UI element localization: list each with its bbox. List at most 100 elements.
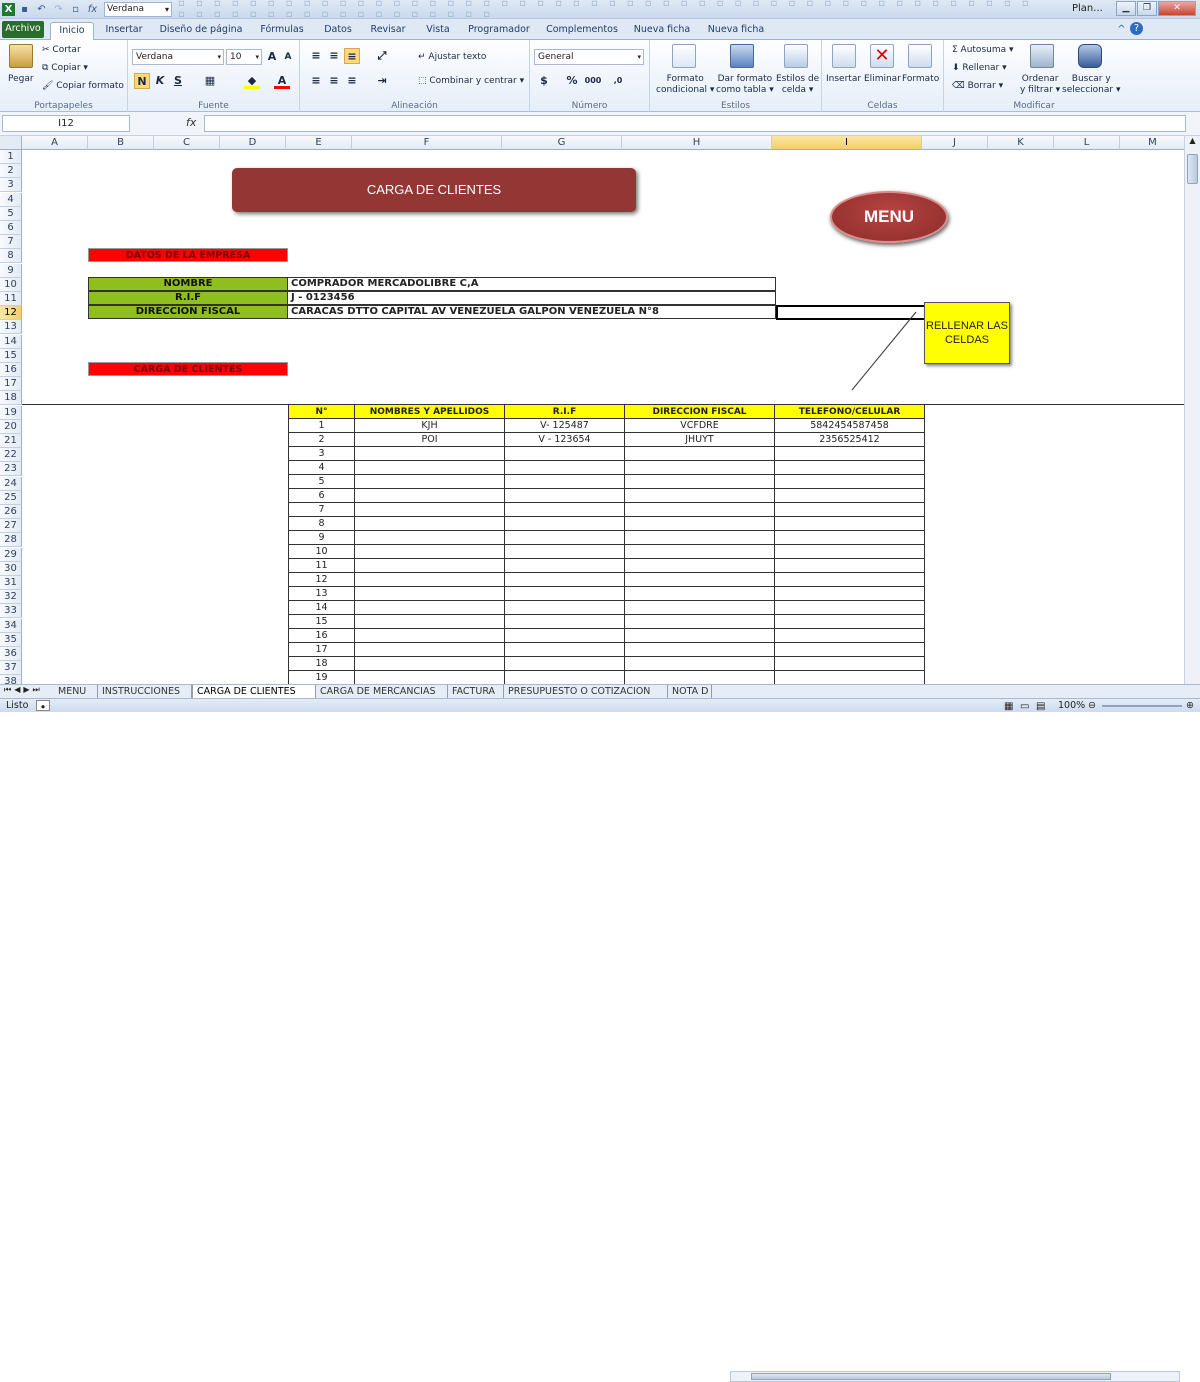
page-break-preview-icon[interactable]: ▤: [1036, 700, 1045, 713]
row-header-29[interactable]: 29: [0, 547, 22, 562]
table-cell[interactable]: [354, 446, 505, 461]
fill-color-icon[interactable]: ◆: [244, 73, 260, 89]
table-cell[interactable]: [354, 628, 505, 643]
minimize-button[interactable]: ▁: [1116, 1, 1136, 16]
table-cell[interactable]: [774, 614, 925, 629]
table-cell[interactable]: KJH: [354, 418, 505, 433]
row-header-12[interactable]: 12: [0, 306, 22, 321]
sheet-tab[interactable]: PRESUPUESTO O COTIZACION: [504, 685, 668, 698]
zoom-in-icon[interactable]: ⊕: [1186, 699, 1194, 712]
table-cell[interactable]: VCFDRE: [624, 418, 775, 433]
table-format-button[interactable]: Dar formato como tabla ▾: [716, 74, 774, 96]
table-cell[interactable]: [774, 586, 925, 601]
page-layout-icon[interactable]: ▭: [1020, 700, 1029, 713]
column-header-m[interactable]: M: [1120, 136, 1184, 150]
paste-button[interactable]: Pegar: [8, 74, 34, 84]
table-cell[interactable]: [774, 530, 925, 545]
qat-tools-icon[interactable]: ▫ ▫ ▫ ▫ ▫ ▫ ▫ ▫ ▫ ▫ ▫ ▫ ▫ ▫ ▫ ▫ ▫ ▫ ▫ ▫ …: [178, 0, 1038, 20]
table-cell[interactable]: [504, 656, 625, 671]
restore-button[interactable]: ❐: [1137, 1, 1157, 16]
row-header-32[interactable]: 32: [0, 590, 22, 605]
table-cell[interactable]: [354, 488, 505, 503]
scroll-thumb[interactable]: [1187, 154, 1198, 184]
table-cell[interactable]: [774, 558, 925, 573]
table-cell[interactable]: 17: [288, 642, 355, 657]
table-cell[interactable]: [624, 670, 775, 684]
row-header-13[interactable]: 13: [0, 320, 22, 335]
table-cell[interactable]: [354, 516, 505, 531]
sort-filter-icon[interactable]: [1030, 44, 1054, 68]
table-cell[interactable]: [624, 460, 775, 475]
table-cell[interactable]: [624, 558, 775, 573]
font-size-combo[interactable]: 10: [226, 49, 262, 65]
collapse-ribbon-icon[interactable]: ^: [1114, 22, 1129, 37]
table-cell[interactable]: [354, 572, 505, 587]
cell-styles-icon[interactable]: [784, 44, 808, 68]
paste-icon[interactable]: [9, 44, 33, 68]
borders-icon[interactable]: ▦: [202, 73, 218, 89]
decimals-icon[interactable]: ,0: [610, 73, 626, 89]
bold-button[interactable]: N: [134, 73, 150, 89]
tab-revisar[interactable]: Revisar: [366, 22, 410, 40]
column-header-i[interactable]: I: [772, 136, 922, 150]
zoom-slider[interactable]: [1102, 705, 1182, 707]
rif-value[interactable]: J - 0123456: [288, 291, 776, 305]
row-header-9[interactable]: 9: [0, 263, 22, 278]
row-header-1[interactable]: 1: [0, 150, 22, 164]
table-cell[interactable]: [354, 614, 505, 629]
qat-font-combo[interactable]: Verdana: [104, 1, 172, 17]
table-cell[interactable]: JHUYT: [624, 432, 775, 447]
table-cell[interactable]: [504, 628, 625, 643]
table-cell[interactable]: 7: [288, 502, 355, 517]
table-cell[interactable]: [624, 502, 775, 517]
table-cell[interactable]: [624, 516, 775, 531]
align-bottom-icon[interactable]: ≡: [344, 48, 360, 64]
shrink-font-button[interactable]: A: [280, 49, 296, 65]
table-cell[interactable]: V - 123654: [504, 432, 625, 447]
table-cell[interactable]: [354, 460, 505, 475]
sheet-tab[interactable]: CARGA DE CLIENTES: [192, 685, 316, 698]
sheet-tab[interactable]: CARGA DE MERCANCIAS: [316, 685, 448, 698]
undo-icon[interactable]: ↶: [34, 2, 49, 17]
redo-icon[interactable]: ↷: [51, 2, 66, 17]
table-cell[interactable]: 16: [288, 628, 355, 643]
copy-button[interactable]: ⧉ Copiar ▾: [42, 63, 88, 73]
row-header-11[interactable]: 11: [0, 292, 22, 306]
zoom-level[interactable]: 100%: [1058, 699, 1085, 712]
sheet-tab[interactable]: MENU: [54, 685, 98, 698]
table-cell[interactable]: [624, 572, 775, 587]
row-header-28[interactable]: 28: [0, 533, 22, 548]
italic-button[interactable]: K: [152, 73, 168, 89]
table-cell[interactable]: 2356525412: [774, 432, 925, 447]
column-header-h[interactable]: H: [622, 136, 772, 150]
underline-button[interactable]: S: [170, 73, 186, 89]
tab-nueva-ficha-1[interactable]: Nueva ficha: [630, 22, 694, 40]
function-wizard-icon[interactable]: fx: [186, 116, 196, 129]
sheet-tab[interactable]: INSTRUCCIONES: [98, 685, 192, 698]
table-cell[interactable]: [774, 502, 925, 517]
tab-insertar[interactable]: Insertar: [100, 22, 148, 40]
row-header-2[interactable]: 2: [0, 164, 22, 179]
merge-center-button[interactable]: ⬚ Combinar y centrar ▾: [418, 76, 524, 86]
print-preview-icon[interactable]: ▫: [68, 2, 83, 17]
copy-format-button[interactable]: 🖌 Copiar formato: [42, 81, 124, 91]
vertical-scrollbar[interactable]: ▲: [1184, 136, 1200, 684]
horizontal-scrollbar[interactable]: [730, 1371, 1180, 1382]
table-cell[interactable]: [774, 642, 925, 657]
row-header-16[interactable]: 16: [0, 363, 22, 377]
direccion-value[interactable]: CARACAS DTTO CAPITAL AV VENEZUELA GALPON…: [288, 305, 776, 319]
table-cell[interactable]: 1: [288, 418, 355, 433]
table-cell[interactable]: POI: [354, 432, 505, 447]
table-cell[interactable]: [354, 544, 505, 559]
wrap-text-button[interactable]: ↵ Ajustar texto: [418, 52, 486, 62]
table-cell[interactable]: 3: [288, 446, 355, 461]
row-header-21[interactable]: 21: [0, 434, 22, 448]
tab-archivo[interactable]: Archivo: [2, 21, 44, 38]
table-cell[interactable]: [354, 600, 505, 615]
row-header-25[interactable]: 25: [0, 490, 22, 505]
row-header-30[interactable]: 30: [0, 561, 22, 576]
format-cells-button[interactable]: Formato: [902, 74, 939, 84]
table-cell[interactable]: 15: [288, 614, 355, 629]
column-header-j[interactable]: J: [922, 136, 988, 150]
sheet-tab[interactable]: NOTA D: [668, 685, 712, 698]
